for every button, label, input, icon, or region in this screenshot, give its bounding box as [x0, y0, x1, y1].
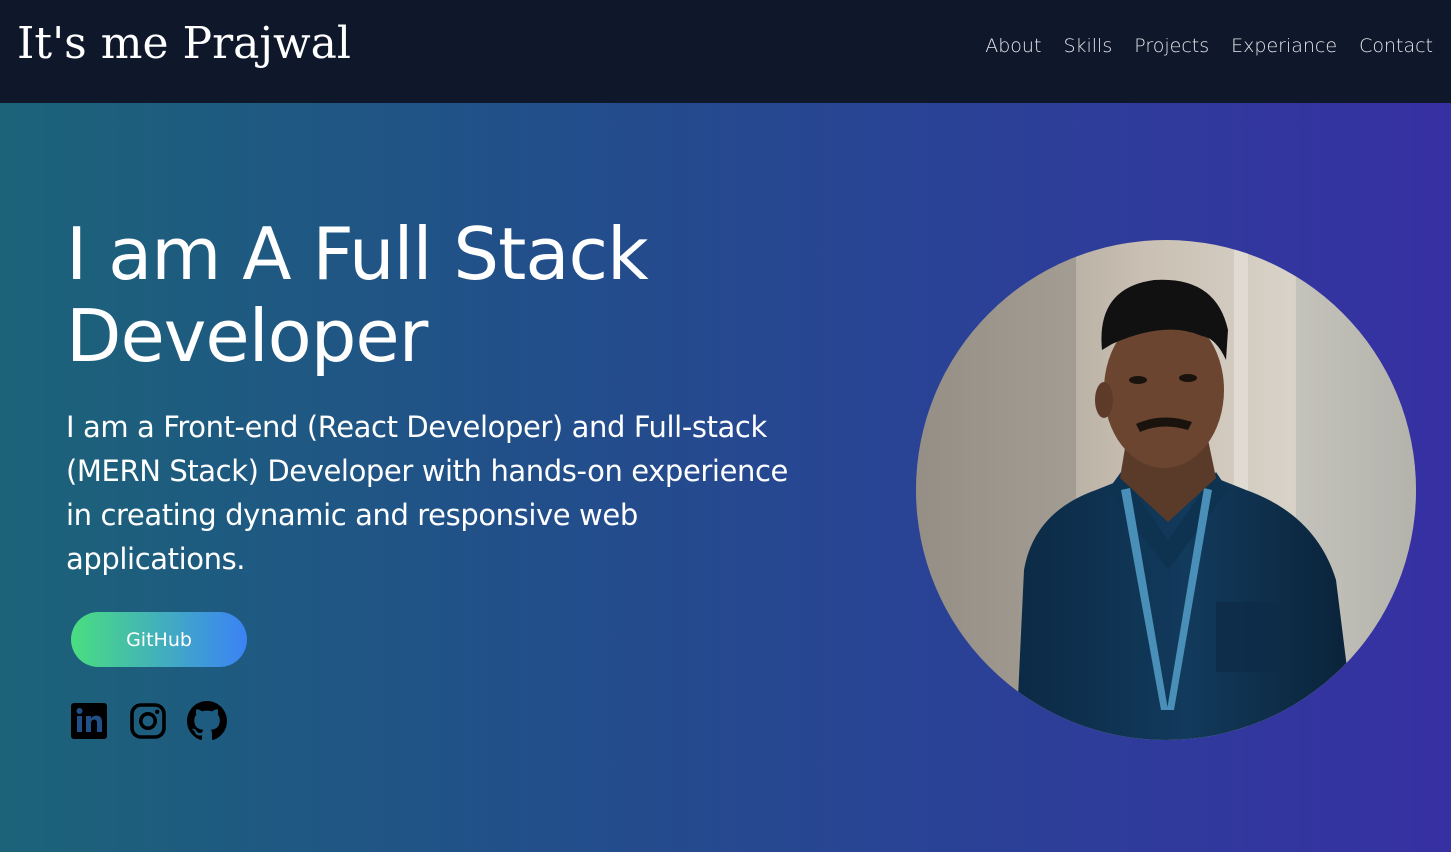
profile-photo [916, 240, 1416, 740]
hero-headline: I am A Full Stack Developer [66, 212, 649, 378]
nav-link-about[interactable]: About [985, 35, 1041, 57]
navbar: It's me Prajwal About Skills Projects Ex… [0, 0, 1451, 103]
github-button[interactable]: GitHub [71, 612, 247, 667]
nav-link-skills[interactable]: Skills [1063, 35, 1112, 57]
nav-link-projects[interactable]: Projects [1134, 35, 1209, 57]
hero-intro: I am a Front-end (React Developer) and F… [66, 410, 788, 576]
instagram-icon[interactable] [128, 701, 168, 741]
github-icon[interactable] [187, 701, 227, 741]
site-brand[interactable]: It's me Prajwal [17, 18, 351, 69]
social-links [69, 701, 227, 741]
linkedin-icon[interactable] [69, 701, 109, 741]
nav-link-contact[interactable]: Contact [1359, 35, 1433, 57]
nav-link-experiance[interactable]: Experiance [1231, 35, 1337, 57]
hero-section: I am A Full Stack Developer I am a Front… [0, 103, 1451, 852]
nav-links: About Skills Projects Experiance Contact [985, 35, 1433, 57]
